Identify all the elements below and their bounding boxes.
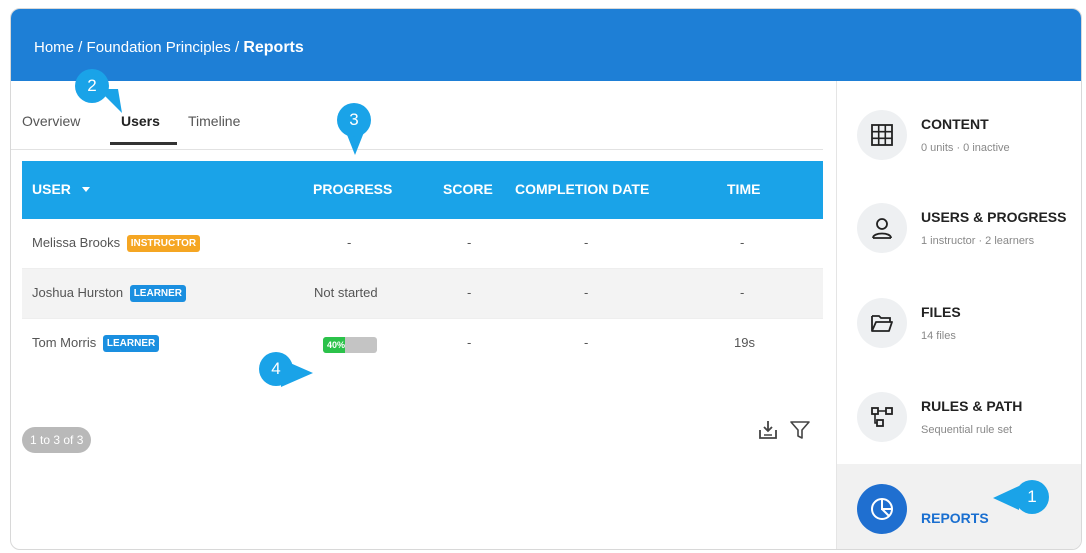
- pagination-indicator: 1 to 3 of 3: [22, 427, 92, 453]
- user-name[interactable]: Joshua Hurston: [32, 285, 123, 300]
- sidebar-item-subtitle: 1 instructor · 2 learners: [921, 235, 1035, 247]
- user-cell: Melissa Brooks INSTRUCTOR: [32, 235, 201, 252]
- completion-date-cell: -: [584, 235, 589, 250]
- breadcrumb: Home / Foundation Principles / Reports: [34, 39, 304, 56]
- sidebar-item-label: REPORTS: [921, 510, 989, 526]
- column-header-time[interactable]: TIME: [727, 181, 760, 197]
- report-sidebar: CONTENT 0 units · 0 inactive USERS & PRO…: [836, 81, 1081, 549]
- caret-down-icon: [81, 187, 90, 192]
- tab-users[interactable]: Users: [121, 113, 160, 129]
- export-button[interactable]: [757, 419, 779, 446]
- sidebar-item-label: CONTENT: [921, 116, 989, 132]
- time-cell: -: [740, 235, 745, 250]
- table-row[interactable]: Joshua Hurston LEARNER Not started - - -: [22, 269, 823, 319]
- progress-bar-fill: 40%: [323, 337, 345, 353]
- score-cell: -: [467, 285, 472, 300]
- tab-timeline[interactable]: Timeline: [188, 113, 240, 129]
- column-header-user[interactable]: USER: [32, 181, 91, 197]
- filter-icon: [790, 421, 810, 439]
- user-name[interactable]: Melissa Brooks: [32, 235, 120, 250]
- user-cell: Joshua Hurston LEARNER: [32, 285, 187, 302]
- role-badge: LEARNER: [102, 335, 160, 352]
- sidebar-item-rules-path[interactable]: RULES & PATH Sequential rule set: [837, 368, 1081, 458]
- user-name[interactable]: Tom Morris: [32, 335, 96, 350]
- reports-page: Home / Foundation Principles / Reports O…: [10, 8, 1082, 550]
- breadcrumb-current: Reports: [243, 39, 304, 56]
- progress-cell: -: [347, 235, 352, 250]
- completion-date-cell: -: [584, 335, 589, 350]
- pie-chart-icon: [871, 498, 893, 520]
- score-cell: -: [467, 335, 472, 350]
- time-cell: 19s: [734, 335, 755, 350]
- time-cell: -: [740, 285, 745, 300]
- column-header-progress[interactable]: PROGRESS: [313, 181, 392, 197]
- user-icon: [872, 218, 892, 239]
- progress-cell: Not started: [314, 285, 378, 300]
- sidebar-item-files[interactable]: FILES 14 files: [837, 274, 1081, 364]
- sidebar-item-subtitle: 0 units · 0 inactive: [921, 142, 1010, 154]
- sidebar-item-users-progress[interactable]: USERS & PROGRESS 1 instructor · 2 learne…: [837, 179, 1081, 269]
- grid-icon: [871, 124, 893, 146]
- sidebar-item-content[interactable]: CONTENT 0 units · 0 inactive: [837, 86, 1081, 176]
- sidebar-item-label: USERS & PROGRESS: [921, 209, 1067, 225]
- score-cell: -: [467, 235, 472, 250]
- column-header-score[interactable]: SCORE: [443, 181, 493, 197]
- tab-overview[interactable]: Overview: [22, 113, 80, 129]
- folder-icon: [871, 315, 893, 332]
- progress-bar: 40%: [323, 337, 377, 353]
- sidebar-item-subtitle: 14 files: [921, 330, 956, 342]
- filter-button[interactable]: [789, 419, 811, 446]
- user-cell: Tom Morris LEARNER: [32, 335, 160, 352]
- breadcrumb-course[interactable]: Foundation Principles: [87, 39, 231, 56]
- sidebar-item-label: FILES: [921, 304, 961, 320]
- sidebar-item-label: RULES & PATH: [921, 398, 1023, 414]
- table-row[interactable]: Melissa Brooks INSTRUCTOR - - - -: [22, 219, 823, 269]
- table-header: USER PROGRESS SCORE COMPLETION DATE TIME: [22, 161, 823, 219]
- role-badge: LEARNER: [129, 285, 187, 302]
- role-badge: INSTRUCTOR: [126, 235, 201, 252]
- active-tab-indicator: [110, 142, 177, 145]
- path-icon: [871, 407, 893, 427]
- breadcrumb-home[interactable]: Home: [34, 39, 74, 56]
- completion-date-cell: -: [584, 285, 589, 300]
- sidebar-item-subtitle: Sequential rule set: [921, 424, 1013, 436]
- table-row[interactable]: Tom Morris LEARNER 40% - - 19s: [22, 319, 823, 368]
- export-icon: [759, 421, 777, 439]
- page-header: Home / Foundation Principles / Reports: [11, 9, 1081, 81]
- users-report-table: USER PROGRESS SCORE COMPLETION DATE TIME…: [22, 161, 823, 368]
- column-header-completion-date[interactable]: COMPLETION DATE: [515, 181, 649, 197]
